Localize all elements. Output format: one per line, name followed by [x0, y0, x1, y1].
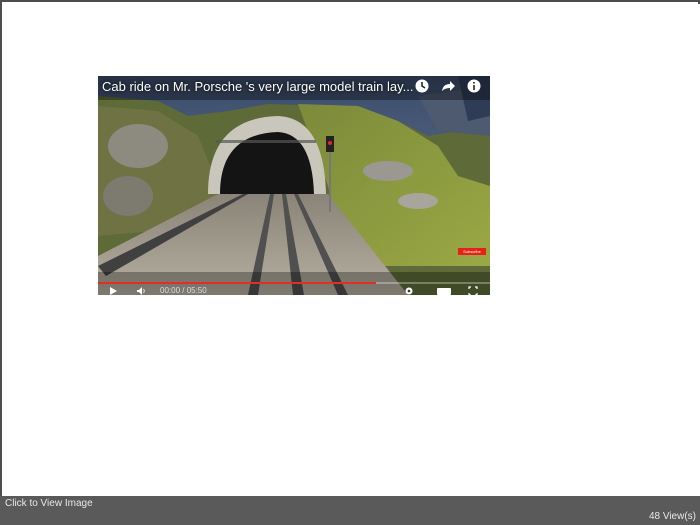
share-icon[interactable]	[440, 78, 456, 94]
video-top-actions	[414, 78, 482, 94]
video-time: 00:00 / 05:50	[160, 286, 207, 295]
hd-icon[interactable]	[436, 286, 452, 295]
video-thumbnail-scene	[98, 76, 490, 295]
viewer-footer: Click to View Image 48 View(s)	[0, 496, 700, 525]
click-to-view-link[interactable]: Click to View Image	[5, 498, 93, 509]
view-count: 48 View(s)	[648, 511, 696, 522]
settings-icon[interactable]	[404, 286, 414, 295]
fullscreen-icon[interactable]	[468, 286, 478, 295]
subscribe-badge[interactable]: Subscribe	[458, 248, 486, 255]
info-icon[interactable]	[466, 78, 482, 94]
clock-icon[interactable]	[414, 78, 430, 94]
play-icon[interactable]	[108, 286, 118, 295]
embedded-video-player[interactable]: Cab ride on Mr. Porsche 's very large mo…	[98, 76, 490, 295]
volume-icon[interactable]	[136, 286, 146, 295]
video-title[interactable]: Cab ride on Mr. Porsche 's very large mo…	[102, 79, 413, 94]
video-controls: 00:00 / 05:50	[98, 284, 490, 295]
